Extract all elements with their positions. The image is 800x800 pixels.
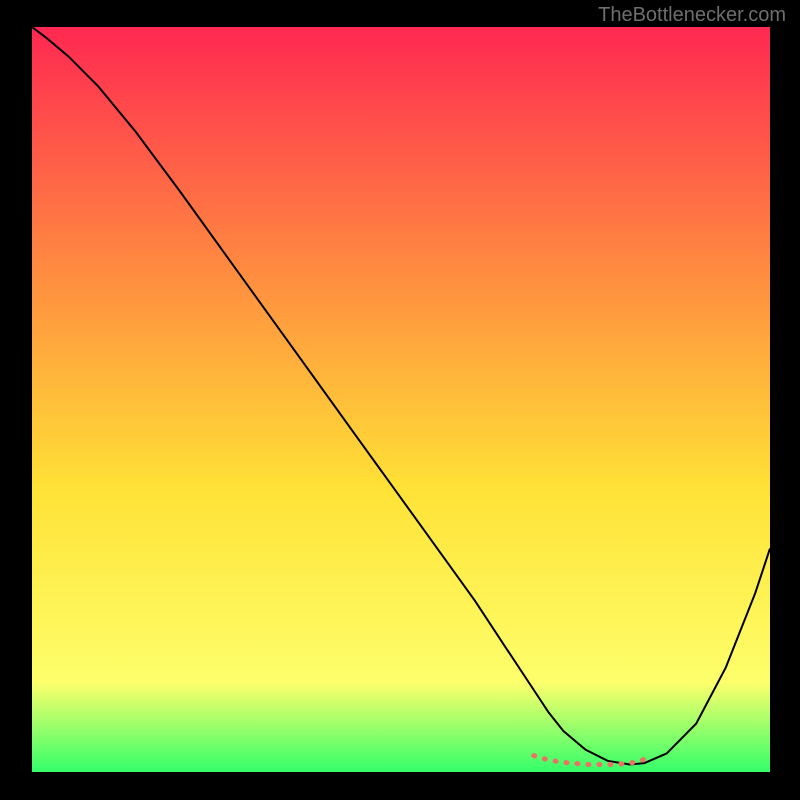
chart-background xyxy=(32,27,770,772)
watermark-text: TheBottlenecker.com xyxy=(598,4,786,27)
chart-svg xyxy=(32,27,770,772)
chart-area xyxy=(32,27,770,772)
